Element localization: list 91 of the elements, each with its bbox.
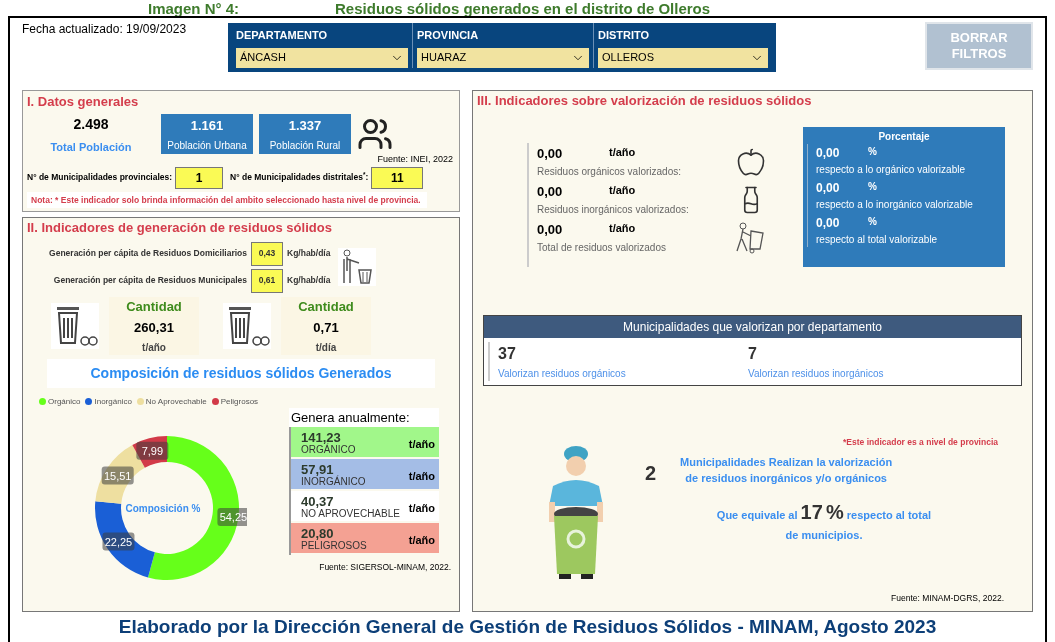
percentage-unit: %: [868, 179, 877, 194]
valorized-amount: 0,00: [537, 221, 564, 240]
percentage-title: Porcentaje: [877, 129, 931, 144]
valorized-amount: 0,00: [537, 145, 564, 164]
population-value: 1.337: [288, 117, 322, 135]
valorized-label: Residuos inorgánicos valorizados:: [537, 202, 690, 217]
percentage-label: respecto al total valorizable: [816, 232, 939, 247]
trash-bin-icon: [51, 302, 99, 349]
legend-label: No Aprovechable: [145, 395, 207, 408]
percentage-label: respecto a lo orgánico valorizable: [816, 162, 966, 177]
filter-label: DEPARTAMENTO: [236, 28, 329, 43]
percentage-value: 0,00: [816, 214, 841, 232]
quantity-value: 0,71: [313, 319, 339, 338]
share-sentence: Que equivale al 17%respecto al total de municipios.: [715, 502, 933, 544]
valorizing-municipalities-text: Municipalidades Realizan la valorización de residuos inorgánicos y/o orgánicos: [679, 455, 894, 487]
municipalities-title: Municipalidades que valorizan por departamento: [484, 315, 1021, 338]
figure-title: Residuos sólidos generados en el distrito de Olleros: [335, 1, 711, 16]
annual-unit: t/año: [408, 533, 435, 549]
trash-bin-icon: [223, 302, 271, 349]
population-label: Población Urbana: [167, 138, 247, 153]
per-capita-unit: Kg/hab/día: [287, 274, 331, 288]
province-level-note: *Este indicador es a nivel de provincia: [842, 435, 998, 449]
annual-heading: Genera anualmente:: [289, 407, 439, 428]
chart-center-label: Composición %: [125, 502, 201, 514]
annual-value: 20,80: [301, 525, 334, 542]
composition-title: Composición de residuos sólidos Generados: [47, 358, 435, 388]
section-title: III. Indicadores sobre valorización de residuos sólidos: [477, 92, 813, 110]
per-capita-value: 0,61: [251, 268, 283, 293]
valorized-label: Total de residuos valorizados: [537, 240, 667, 255]
municipalities-count: 2: [645, 461, 657, 487]
annual-unit: t/año: [408, 469, 435, 485]
valorized-unit: t/año: [609, 183, 636, 199]
filter-label: PROVINCIA: [417, 28, 480, 43]
annual-label: ORGÁNICO: [301, 443, 356, 458]
slice-value-label: 15,51: [101, 466, 134, 485]
source-note: Fuente: INEI, 2022: [376, 153, 454, 166]
valorized-amount: 0,00: [537, 183, 564, 202]
quantity-heading: Cantidad: [298, 297, 354, 316]
footer-credit: Elaborado por la Dirección General de Gestión de Residuos Sólidos - MINAM, Agosto 2023: [117, 615, 938, 639]
annual-unit: t/año: [408, 437, 435, 453]
filter-dropdown[interactable]: ÁNCASH: [236, 47, 408, 68]
legend-label: Orgánico: [48, 395, 81, 408]
slice-value-label: 54,25: [217, 507, 247, 526]
per-capita-value: 0,43: [251, 241, 283, 266]
per-capita-unit: Kg/hab/día: [287, 247, 331, 261]
quantity-heading: Cantidad: [126, 297, 182, 316]
municipalities-count: 7: [748, 343, 758, 364]
filter-dropdown[interactable]: OLLEROS: [598, 47, 768, 68]
valorized-unit: t/año: [609, 145, 636, 161]
annual-label: INORGÁNICO: [301, 475, 366, 490]
valorized-label: Residuos orgánicos valorizados:: [537, 164, 682, 179]
slice-value-label: 7,99: [136, 441, 169, 460]
total-population-label: Total Población: [50, 139, 132, 155]
per-capita-label: Generación per cápita de Residuos Domiciliarios: [48, 247, 247, 261]
quantity-unit: t/año: [142, 340, 166, 355]
count-value: 1: [175, 166, 224, 189]
section-title: I. Datos generales: [27, 93, 140, 111]
update-date: Fecha actualizado: 19/09/2023: [22, 21, 188, 38]
population-label: Población Rural: [269, 138, 341, 153]
population-value: 1.161: [190, 117, 224, 135]
annual-label: NO APROVECHABLE: [301, 508, 400, 522]
total-population-value: 2.498: [73, 114, 109, 134]
filter-label: DISTRITO: [598, 28, 651, 43]
per-capita-label: Generación per cápita de Residuos Municipales: [52, 274, 247, 288]
legend-label: Inorgánico: [94, 395, 132, 408]
percentage-value: 0,00: [816, 179, 841, 197]
municipalities-label: Valorizan residuos orgánicos: [498, 366, 627, 381]
legend-label: Peligrosos: [220, 395, 259, 408]
source-note: Fuente: SIGERSOL-MINAM, 2022.: [318, 561, 452, 574]
source-note: Fuente: MINAM-DGRS, 2022.: [890, 592, 1005, 606]
section-title: II. Indicadores de generación de residuos sólidos: [27, 219, 333, 238]
percentage-unit: %: [868, 144, 877, 159]
annual-unit: t/año: [408, 501, 435, 517]
percentage-label: respecto a lo inorgánico valorizable: [816, 197, 974, 212]
municipalities-label: Valorizan residuos inorgánicos: [748, 366, 885, 381]
percentage-unit: %: [868, 214, 877, 229]
person-throwing-trash-icon: [338, 248, 377, 287]
annual-value: 40,37: [301, 493, 334, 510]
figure-number: Imagen N° 4:: [148, 1, 240, 16]
count-value: 11: [371, 166, 424, 189]
quantity-value: 260,31: [134, 319, 174, 338]
slice-value-label: 22,25: [102, 532, 135, 551]
count-label: N° de Municipalidades distritales$^{*}$:: [230, 171, 369, 184]
count-label: N° de Municipalidades provinciales:: [27, 171, 173, 184]
note-text: Nota: * Este indicador solo brinda información del ambito seleccionado hasta nivel de provincia.: [27, 191, 427, 209]
quantity-unit: t/día: [315, 340, 337, 355]
valorized-unit: t/año: [609, 221, 636, 237]
percentage-value: 0,00: [816, 144, 841, 162]
filter-dropdown[interactable]: HUARAZ: [417, 47, 589, 68]
annual-label: PELIGROSOS: [301, 540, 367, 554]
municipalities-count: 37: [498, 343, 517, 364]
